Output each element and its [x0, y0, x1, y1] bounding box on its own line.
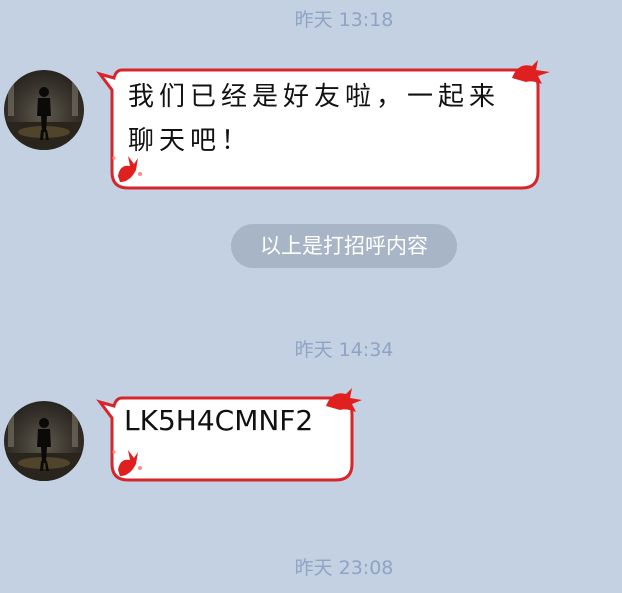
message-text: 我们已经是好友啦，一起来聊天吧！ — [128, 82, 501, 156]
timestamp: 昨天 13:18 — [294, 9, 394, 31]
message-text: LK5H4CMNF2 — [124, 404, 314, 437]
timestamp: 昨天 14:34 — [294, 339, 394, 361]
greeting-notice: 以上是打招呼内容 — [231, 224, 457, 268]
timestamp: 昨天 23:08 — [294, 557, 394, 579]
avatar[interactable] — [4, 70, 84, 150]
message-bubble[interactable]: 我们已经是好友啦，一起来聊天吧！ — [96, 60, 552, 192]
message-bubble[interactable]: LK5H4CMNF2 — [96, 388, 362, 484]
avatar[interactable] — [4, 401, 84, 481]
